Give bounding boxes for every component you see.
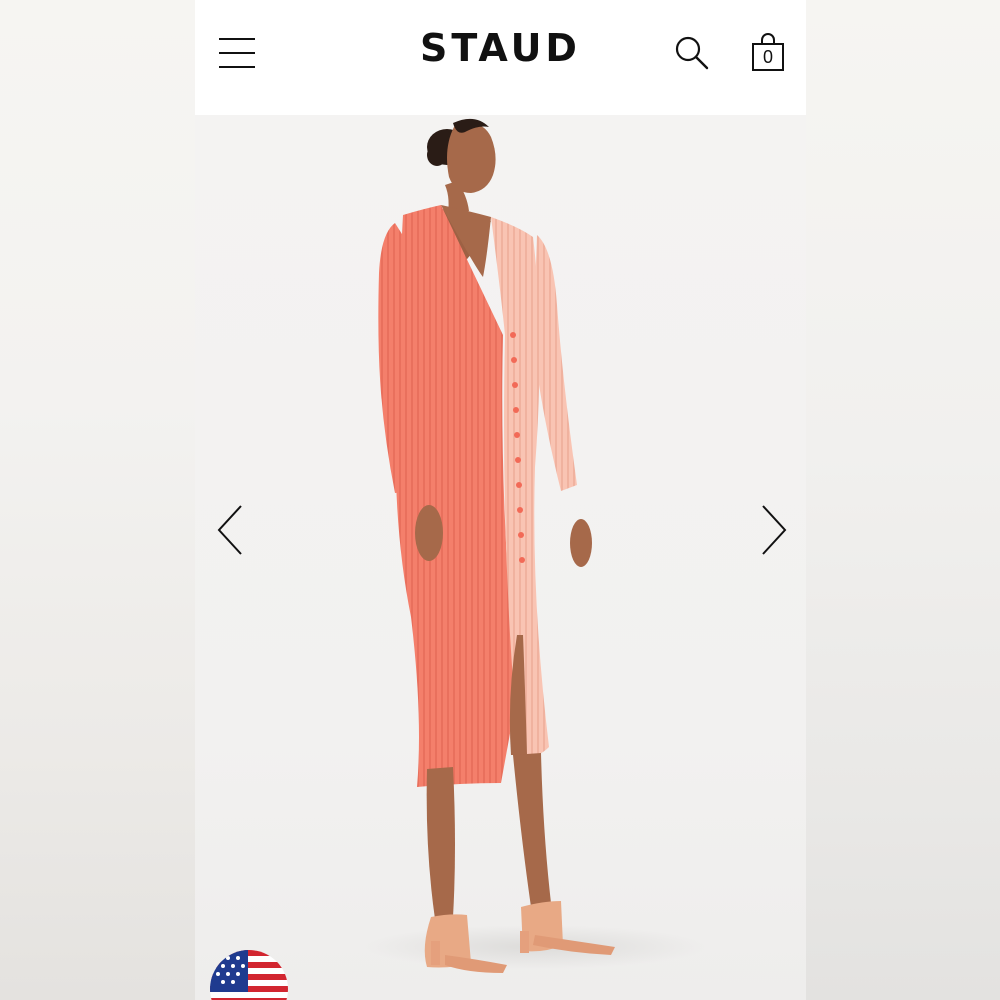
backdrop-right [806,0,1000,1000]
site-header: STAUD 0 [195,0,806,115]
mobile-screen: STAUD 0 [195,0,806,1000]
brand-logo[interactable]: STAUD [195,26,806,70]
chevron-left-icon[interactable] [213,500,253,560]
cart-count-badge: 0 [762,47,773,67]
shopping-bag-icon[interactable]: 0 [751,32,785,74]
chevron-right-icon[interactable] [753,500,793,560]
search-icon[interactable] [673,34,713,74]
backdrop-left [0,0,195,1000]
product-image [195,115,806,1000]
model-wearing-dress-illustration [365,118,705,973]
